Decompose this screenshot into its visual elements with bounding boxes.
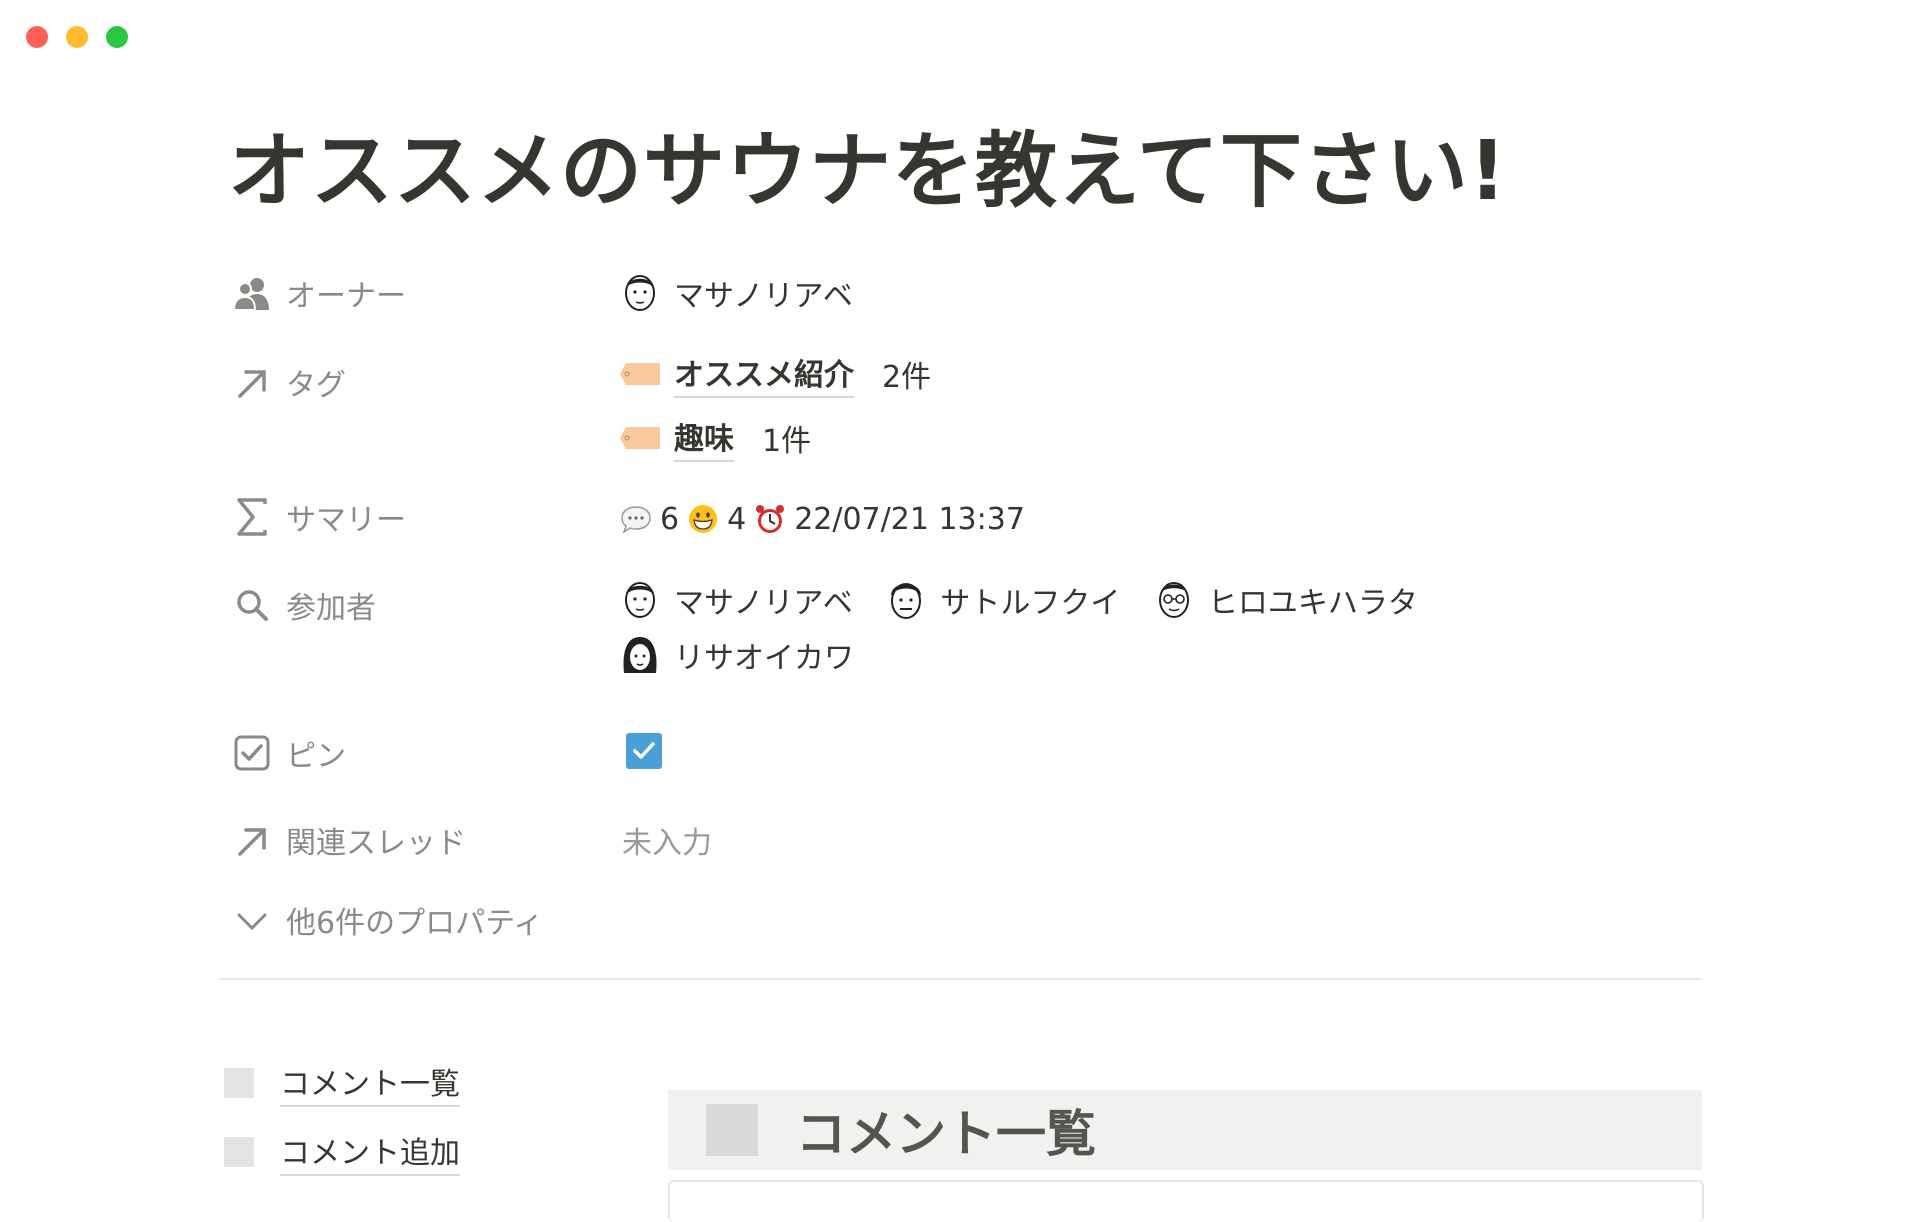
property-value: オススメ紹介 2件 趣味 1件: [620, 348, 931, 476]
person-chip[interactable]: リサオイカワ: [620, 630, 854, 680]
avatar: [625, 275, 655, 311]
page-icon: [706, 1104, 758, 1156]
speech-bubble-icon: [621, 506, 651, 534]
property-value[interactable]: マサノリアベ: [620, 268, 877, 323]
property-name[interactable]: オーナー: [232, 273, 406, 314]
pin-checkbox[interactable]: [626, 733, 662, 769]
property-name[interactable]: タグ: [232, 362, 346, 403]
section-header-callout: コメント一覧: [668, 1090, 1702, 1170]
page-title[interactable]: オススメのサウナを教えて下さい!: [228, 122, 1507, 222]
sigma-icon: [232, 497, 272, 537]
avatar: [1158, 582, 1189, 618]
page-icon: [224, 1068, 254, 1098]
avatar: [891, 583, 922, 619]
property-name[interactable]: 参加者: [232, 585, 376, 626]
property-name[interactable]: 関連スレッド: [232, 820, 466, 861]
window-controls: [26, 26, 128, 48]
avatar: [625, 582, 655, 618]
person-chip[interactable]: マサノリアベ: [620, 268, 853, 318]
minimize-window-button[interactable]: [66, 26, 88, 48]
avatar: [623, 637, 657, 673]
relation-arrow-icon: [232, 820, 272, 860]
checkmark-icon: [633, 742, 655, 759]
tag-item[interactable]: オススメ紹介 2件: [620, 348, 931, 400]
table-of-contents: コメント一覧 コメント追加: [224, 1061, 460, 1199]
property-name[interactable]: サマリー: [232, 497, 406, 538]
tag-icon: [620, 363, 660, 385]
relation-arrow-icon: [232, 362, 272, 402]
chevron-down-icon: [232, 900, 272, 940]
property-value: マサノリアベ サトルフクイ ヒロユキハラタ リサオイカワ: [620, 575, 1520, 685]
maximize-window-button[interactable]: [106, 26, 128, 48]
person-chip[interactable]: サトルフクイ: [886, 575, 1120, 625]
property-name[interactable]: ピン: [232, 733, 346, 774]
close-window-button[interactable]: [26, 26, 48, 48]
grinning-face-icon: [689, 505, 718, 533]
people-icon: [232, 273, 272, 313]
search-icon: [232, 585, 272, 625]
property-value[interactable]: 6 4 22/07/21 13:37: [620, 497, 1025, 541]
summary-content: 6 4 22/07/21 13:37: [620, 497, 1025, 541]
page-icon: [224, 1137, 254, 1167]
divider: [220, 978, 1702, 980]
tag-item[interactable]: 趣味 1件: [620, 412, 931, 464]
section-title[interactable]: コメント一覧: [796, 1094, 1096, 1166]
property-value: [626, 733, 662, 769]
alarm-clock-icon: [756, 505, 785, 533]
property-name: 他6件のプロパティ: [232, 900, 543, 941]
toc-item[interactable]: コメント一覧: [224, 1061, 460, 1107]
tag-icon: [620, 427, 660, 449]
checkbox-icon: [232, 733, 272, 773]
property-value-empty[interactable]: 未入力: [622, 818, 712, 862]
toc-item[interactable]: コメント追加: [224, 1130, 460, 1176]
person-chip[interactable]: マサノリアベ: [620, 575, 853, 625]
person-chip[interactable]: ヒロユキハラタ: [1154, 575, 1418, 625]
comment-list-container: [668, 1180, 1704, 1222]
